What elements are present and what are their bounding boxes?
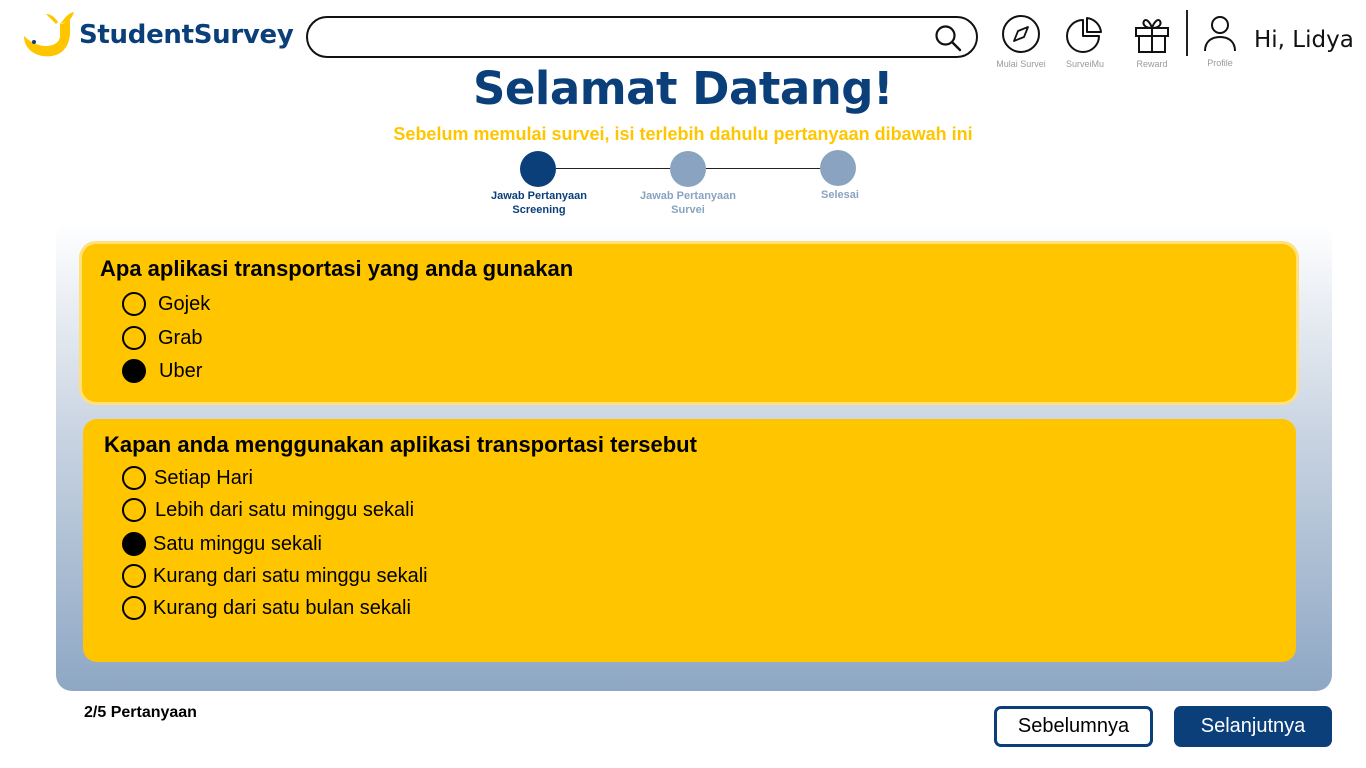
step-indicator-active <box>520 151 556 187</box>
option-satu-minggu-sekali[interactable]: Satu minggu sekali <box>122 532 322 556</box>
option-setiap-hari[interactable]: Setiap Hari <box>122 466 253 490</box>
page-subtitle: Sebelum memulai survei, isi terlebih dah… <box>393 124 973 144</box>
question-progress: 2/5 Pertanyaan <box>84 704 197 721</box>
pie-chart-icon <box>1066 17 1102 53</box>
option-gojek[interactable]: Gojek <box>122 292 210 316</box>
option-grab[interactable]: Grab <box>122 326 202 350</box>
option-kurang-dari-satu-bulan[interactable]: Kurang dari satu bulan sekali <box>122 596 411 620</box>
page-title: Selamat Datang! <box>472 62 894 115</box>
logo[interactable]: StudentSurvey <box>20 10 294 60</box>
whale-logo-icon <box>24 12 74 57</box>
option-uber[interactable]: Uber <box>122 359 202 383</box>
previous-button[interactable]: Sebelumnya <box>994 706 1153 747</box>
option-kurang-dari-satu-minggu[interactable]: Kurang dari satu minggu sekali <box>122 564 428 588</box>
option-label: Setiap Hari <box>154 466 253 489</box>
radio-button[interactable] <box>122 564 146 588</box>
nav-mulai-survei[interactable]: Mulai Survei <box>989 14 1053 69</box>
radio-button[interactable] <box>122 326 146 350</box>
option-label: Lebih dari satu minggu sekali <box>155 498 415 521</box>
step-label: Jawab Pertanyaan Screening <box>491 190 587 216</box>
option-label: Kurang dari satu minggu sekali <box>153 564 428 587</box>
step-connector <box>706 168 820 169</box>
search-bar[interactable] <box>306 16 978 58</box>
option-label: Gojek <box>158 292 211 315</box>
user-greeting[interactable]: Hi, Lidya <box>1254 27 1354 53</box>
nav-profile[interactable]: Profile <box>1188 14 1252 68</box>
step-indicator <box>820 150 856 186</box>
step-connector <box>556 168 670 169</box>
next-button[interactable]: Selanjutnya <box>1174 706 1332 747</box>
gift-icon <box>1135 19 1169 53</box>
brand-name: StudentSurvey <box>79 20 294 50</box>
radio-button[interactable] <box>122 596 146 620</box>
question-title: Apa aplikasi transportasi yang anda guna… <box>100 256 574 281</box>
radio-button[interactable] <box>122 466 146 490</box>
option-label: Kurang dari satu bulan sekali <box>153 596 411 619</box>
step-label: Selesai <box>821 189 859 201</box>
question-title: Kapan anda menggunakan aplikasi transpor… <box>104 432 697 457</box>
radio-button[interactable] <box>122 292 146 316</box>
radio-button[interactable] <box>122 498 146 522</box>
step-indicator <box>670 151 706 187</box>
user-icon <box>1204 16 1236 52</box>
option-label: Uber <box>159 359 203 382</box>
radio-button-selected[interactable] <box>122 359 146 383</box>
step-label: Jawab Pertanyaan Survei <box>640 190 736 216</box>
option-label: Satu minggu sekali <box>153 532 322 555</box>
compass-icon <box>1002 15 1040 53</box>
search-input[interactable] <box>326 24 930 52</box>
option-label: Grab <box>158 326 203 349</box>
search-icon[interactable] <box>934 24 962 52</box>
radio-button-selected[interactable] <box>122 532 146 556</box>
option-lebih-dari-satu-minggu[interactable]: Lebih dari satu minggu sekali <box>122 498 414 522</box>
